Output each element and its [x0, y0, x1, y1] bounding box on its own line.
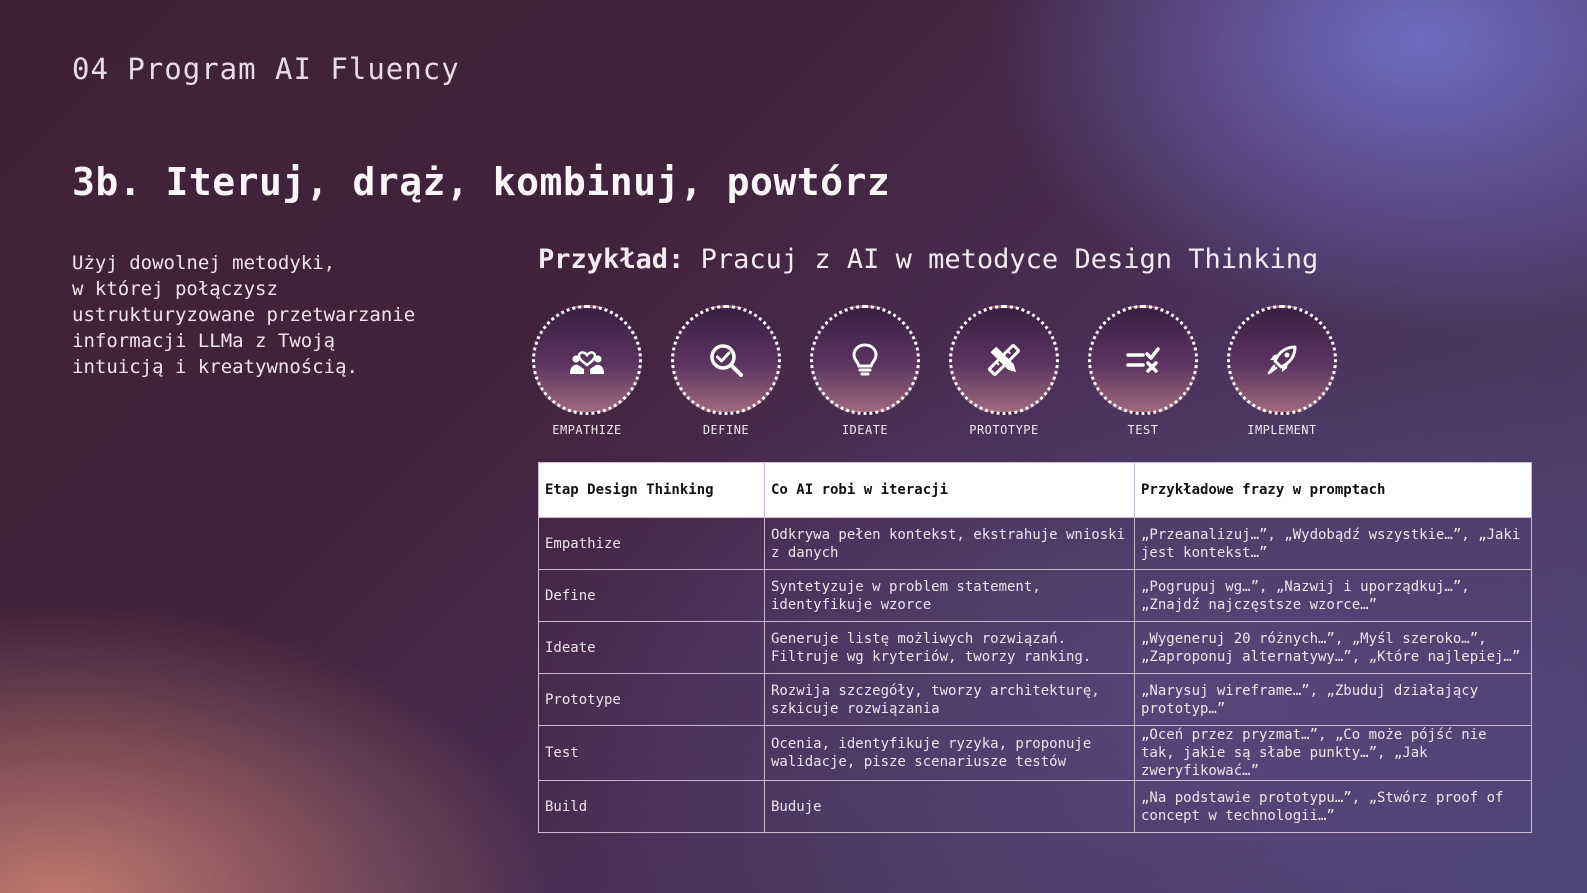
stage-cell: Build	[538, 780, 765, 833]
stage-cell: Empathize	[538, 517, 765, 570]
stage-label: IMPLEMENT	[1247, 423, 1317, 437]
stage-cell: Prototype	[538, 673, 765, 726]
stage-cell: Define	[538, 569, 765, 622]
stage-cell: Ideate	[538, 621, 765, 674]
table-row: Ideate Generuje listę możliwych rozwiąza…	[538, 621, 1532, 674]
column-header: Etap Design Thinking	[538, 462, 765, 518]
slide-title: 3b. Iteruj, drąż, kombinuj, powtórz	[72, 160, 891, 204]
design-thinking-table: Etap Design Thinking Co AI robi w iterac…	[538, 462, 1532, 833]
ai-role-cell: Generuje listę możliwych rozwiązań. Filt…	[764, 621, 1135, 674]
ai-role-cell: Rozwija szczegóły, tworzy architekturę, …	[764, 673, 1135, 726]
magnifier-check-icon	[710, 344, 743, 377]
prompt-phrases-cell: „Wygeneruj 20 różnych…”, „Myśl szeroko…”…	[1134, 621, 1532, 674]
stage-ideate: IDEATE	[795, 305, 935, 437]
table-row: Test Ocenia, identyfikuje ryzyka, propon…	[538, 725, 1532, 781]
stage-label: IDEATE	[841, 423, 889, 437]
stage-label: TEST	[1127, 423, 1159, 437]
stage-circle	[671, 305, 781, 415]
stage-test: TEST	[1073, 305, 1213, 437]
stage-circle	[1088, 305, 1198, 415]
column-header: Co AI robi w iteracji	[764, 462, 1135, 518]
stage-prototype: PROTOTYPE	[934, 305, 1074, 437]
ai-role-cell: Syntetyzuje w problem statement, identyf…	[764, 569, 1135, 622]
stage-label: PROTOTYPE	[969, 423, 1039, 437]
stage-circle	[949, 305, 1059, 415]
stage-circle	[810, 305, 920, 415]
stage-implement: IMPLEMENT	[1212, 305, 1352, 437]
section-kicker: 04 Program AI Fluency	[72, 52, 460, 86]
table-row: Prototype Rozwija szczegóły, tworzy arch…	[538, 673, 1532, 726]
stage-circle	[1227, 305, 1337, 415]
stage-define: DEFINE	[656, 305, 796, 437]
people-heart-icon	[570, 351, 604, 374]
example-heading: Przykład: Pracuj z AI w metodyce Design …	[538, 244, 1318, 275]
column-header: Przykładowe frazy w promptach	[1134, 462, 1532, 518]
stage-circle	[532, 305, 642, 415]
rocket-icon	[1267, 345, 1297, 375]
prompt-phrases-cell: „Przeanalizuj…”, „Wydobądź wszystkie…”, …	[1134, 517, 1532, 570]
table-row: Define Syntetyzuje w problem statement, …	[538, 569, 1532, 622]
prompt-phrases-cell: „Oceń przez pryzmat…”, „Co może pójść ni…	[1134, 725, 1532, 781]
example-lead: Przykład:	[538, 244, 685, 275]
ai-role-cell: Odkrywa pełen kontekst, ekstrahuje wnios…	[764, 517, 1135, 570]
table-header-row: Etap Design Thinking Co AI robi w iterac…	[538, 462, 1532, 518]
stage-empathize: EMPATHIZE	[517, 305, 657, 437]
ai-role-cell: Ocenia, identyfikuje ryzyka, proponuje w…	[764, 725, 1135, 781]
prompt-phrases-cell: „Narysuj wireframe…”, „Zbuduj działający…	[1134, 673, 1532, 726]
pencil-ruler-icon	[988, 344, 1020, 376]
prompt-phrases-cell: „Pogrupuj wg…”, „Nazwij i uporządkuj…”, …	[1134, 569, 1532, 622]
intro-text: Użyj dowolnej metodyki, w której połączy…	[72, 252, 416, 378]
ai-role-cell: Buduje	[764, 780, 1135, 833]
table-row: Build Buduje „Na podstawie prototypu…”, …	[538, 780, 1532, 833]
lightbulb-icon	[852, 343, 878, 376]
stage-label: DEFINE	[702, 423, 750, 437]
stage-label: EMPATHIZE	[552, 423, 622, 437]
stage-cell: Test	[538, 725, 765, 781]
example-text: Pracuj z AI w metodyce Design Thinking	[684, 244, 1319, 275]
prompt-phrases-cell: „Na podstawie prototypu…”, „Stwórz proof…	[1134, 780, 1532, 833]
checklist-icon	[1126, 347, 1160, 373]
table-row: Empathize Odkrywa pełen kontekst, ekstra…	[538, 517, 1532, 570]
